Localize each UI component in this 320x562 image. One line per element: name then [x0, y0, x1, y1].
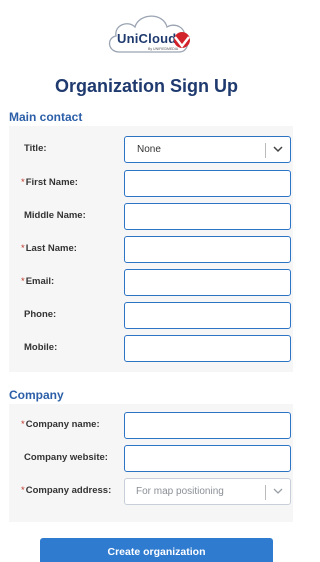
first-name-row: *First Name:: [9, 170, 293, 197]
first-name-input[interactable]: [124, 170, 291, 197]
main-contact-heading: Main contact: [9, 110, 83, 124]
required-mark: *: [21, 276, 25, 287]
chevron-down-icon: [273, 146, 283, 153]
first-name-label-text: First Name:: [25, 177, 78, 188]
company-website-label: Company website:: [24, 452, 108, 463]
last-name-label: *Last Name:: [21, 243, 77, 254]
middle-name-input[interactable]: [124, 203, 291, 230]
company-name-label: *Company name:: [21, 419, 100, 430]
required-mark: *: [21, 485, 25, 496]
company-address-placeholder: For map positioning: [136, 486, 224, 497]
last-name-row: *Last Name:: [9, 236, 293, 263]
phone-row: Phone:: [9, 302, 293, 329]
company-address-select[interactable]: For map positioning: [124, 478, 291, 505]
required-mark: *: [21, 243, 25, 254]
title-select[interactable]: None: [124, 136, 291, 163]
email-label: *Email:: [21, 276, 54, 287]
middle-name-label: Middle Name:: [24, 210, 86, 221]
brand-logo: UniCloud By UNIFIEDMEDIA: [0, 8, 293, 64]
company-website-input[interactable]: [124, 445, 291, 472]
main-contact-panel: Title: None *First Name: Middle Name: *L…: [9, 126, 293, 372]
create-organization-button[interactable]: Create organization: [40, 538, 273, 562]
middle-name-row: Middle Name:: [9, 203, 293, 230]
logo-mark-icon: [174, 32, 190, 48]
company-name-input[interactable]: [124, 412, 291, 439]
company-heading: Company: [9, 388, 64, 402]
phone-input[interactable]: [124, 302, 291, 329]
logo-brand-text: UniCloud: [117, 31, 177, 46]
phone-label: Phone:: [24, 309, 57, 320]
company-name-label-text: Company name:: [25, 419, 100, 430]
mobile-label: Mobile:: [24, 342, 58, 353]
company-name-row: *Company name:: [9, 412, 293, 439]
first-name-label: *First Name:: [21, 177, 78, 188]
required-mark: *: [21, 177, 25, 188]
mobile-input[interactable]: [124, 335, 291, 362]
email-label-text: Email:: [25, 276, 55, 287]
page-title: Organization Sign Up: [55, 76, 238, 96]
chevron-down-icon: [273, 488, 283, 494]
company-panel: *Company name: Company website: *Company…: [9, 404, 293, 522]
title-row: Title: None: [9, 136, 293, 163]
email-row: *Email:: [9, 269, 293, 296]
mobile-row: Mobile:: [9, 335, 293, 362]
title-label: Title:: [24, 143, 47, 154]
required-mark: *: [21, 419, 25, 430]
email-input[interactable]: [124, 269, 291, 296]
last-name-label-text: Last Name:: [25, 243, 77, 254]
last-name-input[interactable]: [124, 236, 291, 263]
select-divider: [265, 143, 266, 158]
company-address-label: *Company address:: [21, 485, 111, 496]
select-divider: [265, 485, 266, 500]
company-website-row: Company website:: [9, 445, 293, 472]
company-address-label-text: Company address:: [25, 485, 112, 496]
title-select-value: None: [137, 144, 161, 155]
company-address-row: *Company address: For map positioning: [9, 478, 293, 505]
